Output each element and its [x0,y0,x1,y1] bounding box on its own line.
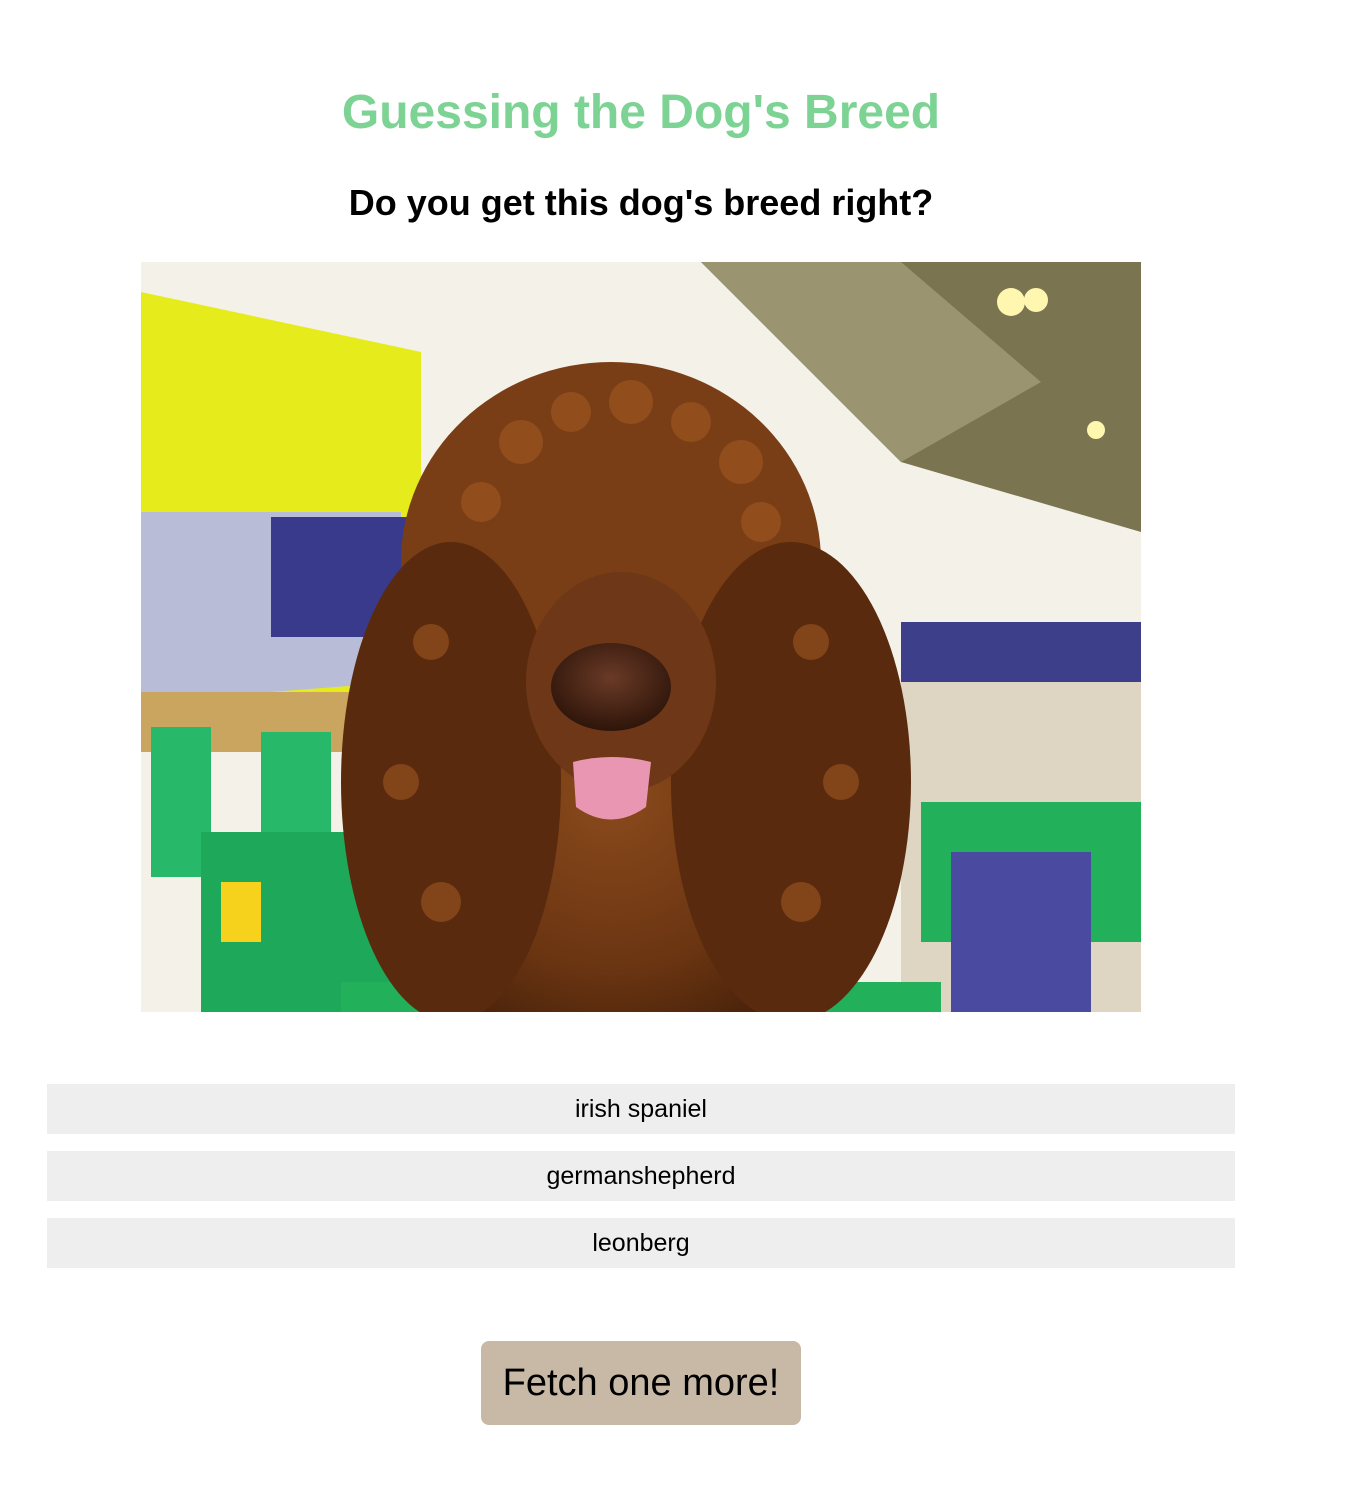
answer-option[interactable]: leonberg [47,1218,1235,1268]
dog-photo [141,262,1141,1012]
fetch-more-button[interactable]: Fetch one more! [481,1341,801,1425]
page-title: Guessing the Dog's Breed [341,86,941,139]
answer-options: irish spaniel germanshepherd leonberg [47,1084,1235,1285]
answer-option[interactable]: irish spaniel [47,1084,1235,1134]
answer-option[interactable]: germanshepherd [47,1151,1235,1201]
question-text: Do you get this dog's breed right? [348,182,934,223]
